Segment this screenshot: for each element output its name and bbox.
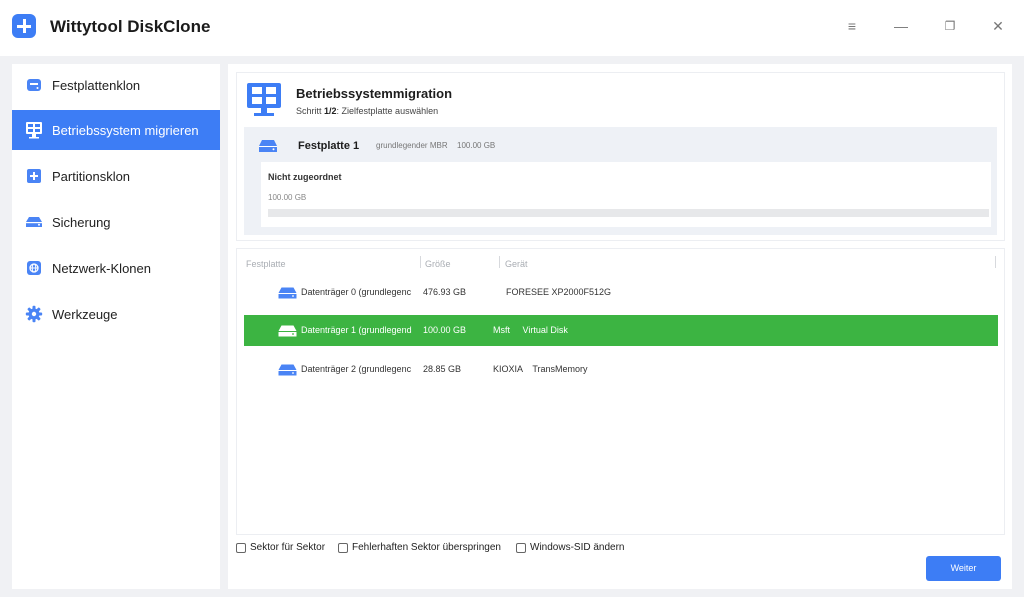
- partition-clone-icon: [25, 167, 43, 185]
- os-migrate-icon: [247, 83, 281, 117]
- sidebar-item-label: Werkzeuge: [52, 306, 118, 322]
- checkbox-label: Fehlerhaften Sektor überspringen: [352, 542, 501, 553]
- checkbox-box[interactable]: [236, 542, 246, 553]
- sector-by-sector-checkbox[interactable]: Sektor für Sektor: [236, 542, 325, 553]
- minimize-button[interactable]: —: [891, 16, 911, 36]
- checkbox-label: Sektor für Sektor: [250, 542, 326, 553]
- column-header-size[interactable]: Größe: [425, 259, 451, 269]
- selected-disk-panel: Festplatte 1 grundlegender MBR 100.00 GB…: [244, 127, 997, 235]
- disk-device-cell: Msft Virtual Disk: [493, 325, 568, 335]
- disk-name-cell: Datenträger 2 (grundlegenc: [301, 364, 412, 374]
- disk-name: Festplatte 1: [298, 140, 360, 152]
- main-panel: Betriebssystemmigration Schritt 1/2: Zie…: [228, 64, 1012, 589]
- sidebar-item-betriebssystem-migrieren[interactable]: Betriebssystem migrieren: [12, 110, 220, 150]
- column-divider[interactable]: [995, 256, 996, 268]
- column-divider[interactable]: [420, 256, 421, 268]
- table-row[interactable]: Datenträger 0 (grundlegenc 476.93 GB FOR…: [244, 277, 998, 308]
- hard-disk-icon: [278, 364, 297, 378]
- column-header-device[interactable]: Gerät: [505, 259, 528, 269]
- partition-block[interactable]: Nicht zugeordnet 100.00 GB: [261, 162, 991, 227]
- disk-name-cell: Datenträger 1 (grundlegend: [301, 325, 412, 335]
- sidebar-item-label: Sicherung: [52, 214, 111, 230]
- disk-type: grundlegender MBR: [376, 141, 448, 150]
- backup-icon: [25, 213, 43, 231]
- disk-size: 100.00 GB: [457, 141, 496, 150]
- table-row[interactable]: Datenträger 2 (grundlegenc 28.85 GB KIOX…: [244, 354, 998, 385]
- sidebar-item-label: Betriebssystem migrieren: [52, 122, 199, 138]
- hard-disk-icon: [278, 325, 297, 339]
- column-header-disk[interactable]: Festplatte: [246, 259, 286, 269]
- disk-device-cell: KIOXIA TransMemory: [493, 364, 588, 374]
- title-bar: Wittytool DiskClone ≡ — ❐ ✕: [0, 0, 1024, 56]
- page-title: Betriebssystemmigration: [296, 86, 453, 101]
- os-migrate-icon: [25, 121, 43, 139]
- network-clone-icon: [25, 259, 43, 277]
- close-button[interactable]: ✕: [988, 16, 1008, 36]
- app-title: Wittytool DiskClone: [50, 17, 211, 36]
- column-divider[interactable]: [499, 256, 500, 268]
- restore-button[interactable]: ❐: [940, 16, 960, 36]
- checkbox-box[interactable]: [338, 542, 348, 553]
- disk-name-cell: Datenträger 0 (grundlegenc: [301, 287, 412, 297]
- disk-size-cell: 476.93 GB: [423, 287, 467, 297]
- sidebar-item-werkzeuge[interactable]: Werkzeuge: [12, 294, 220, 334]
- gear-icon: [25, 305, 43, 323]
- hard-disk-icon: [278, 287, 297, 301]
- checkbox-label: Windows-SID ändern: [530, 542, 625, 553]
- disk-table: Festplatte Größe Gerät Datenträger 0 (gr…: [236, 248, 1005, 535]
- sidebar-item-festplattenklon[interactable]: Festplattenklon: [12, 65, 220, 105]
- migration-header: Betriebssystemmigration Schritt 1/2: Zie…: [236, 72, 1005, 241]
- partition-size: 100.00 GB: [268, 193, 307, 202]
- disk-size-cell: 100.00 GB: [423, 325, 467, 335]
- sidebar: Festplattenklon Betriebssystem migrieren…: [12, 64, 220, 589]
- disk-device-cell: FORESEE XP2000F512G: [506, 287, 612, 297]
- partition-usage-bar: [268, 209, 989, 217]
- menu-icon[interactable]: ≡: [842, 16, 862, 36]
- sidebar-item-label: Festplattenklon: [52, 77, 141, 93]
- change-windows-sid-checkbox[interactable]: Windows-SID ändern: [516, 542, 624, 553]
- step-indicator: Schritt 1/2: Zielfestplatte auswählen: [296, 106, 439, 116]
- table-row-selected[interactable]: Datenträger 1 (grundlegend 100.00 GB Msf…: [244, 315, 998, 346]
- skip-bad-sector-checkbox[interactable]: Fehlerhaften Sektor überspringen: [338, 542, 501, 553]
- disk-clone-icon: [25, 76, 43, 94]
- sidebar-item-label: Partitionsklon: [52, 168, 131, 184]
- sidebar-item-label: Netzwerk-Klonen: [52, 260, 151, 276]
- checkbox-box[interactable]: [516, 542, 526, 553]
- app-logo-icon: [12, 14, 36, 38]
- sidebar-item-sicherung[interactable]: Sicherung: [12, 202, 220, 242]
- partition-label: Nicht zugeordnet: [268, 172, 342, 182]
- next-button[interactable]: Weiter: [926, 556, 1001, 581]
- hard-disk-icon: [258, 139, 278, 158]
- sidebar-item-partitionsklon[interactable]: Partitionsklon: [12, 156, 220, 196]
- disk-size-cell: 28.85 GB: [423, 364, 462, 374]
- sidebar-item-netzwerk-klonen[interactable]: Netzwerk-Klonen: [12, 248, 220, 288]
